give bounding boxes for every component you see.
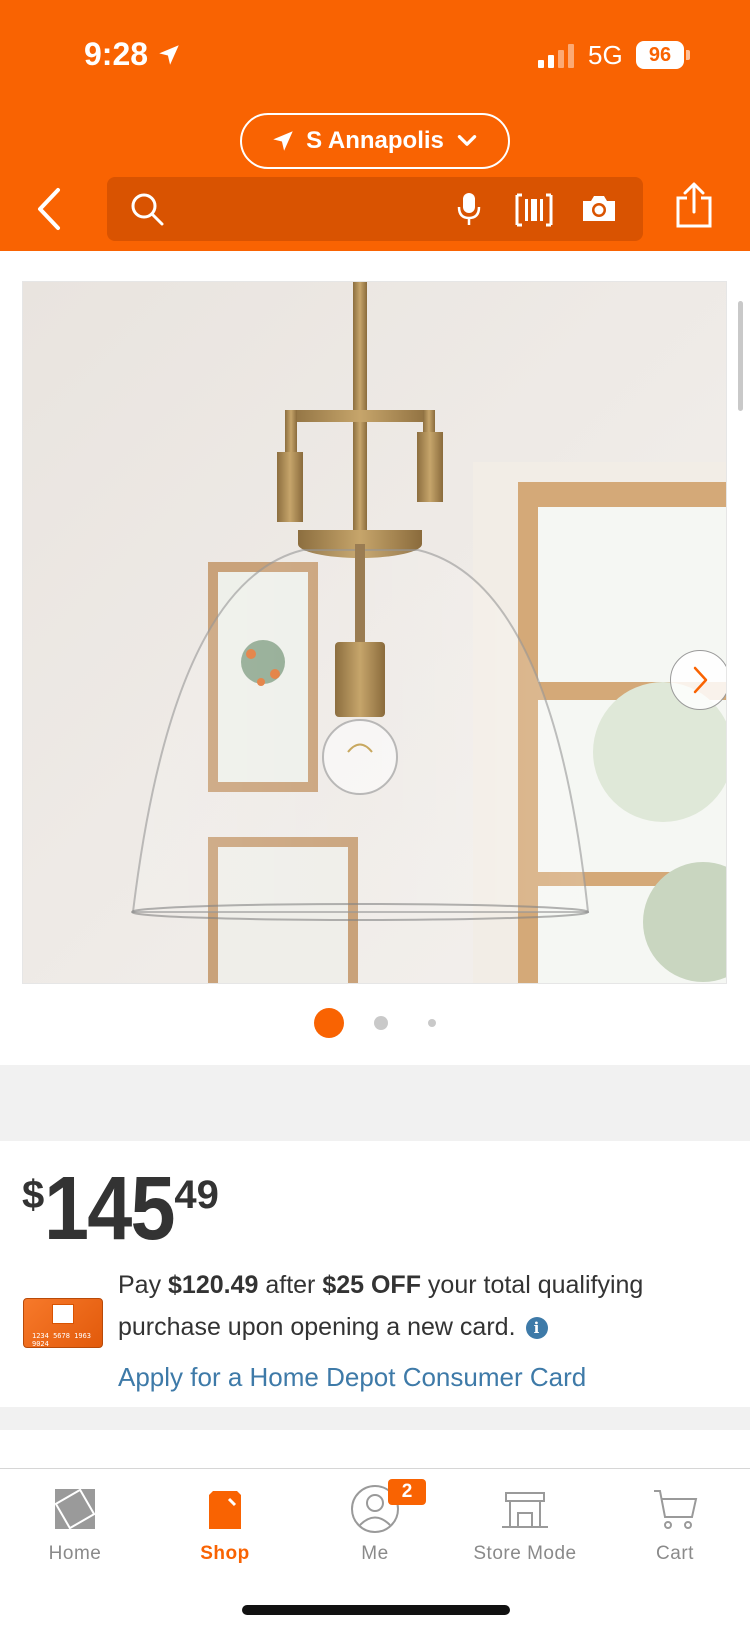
tab-label: Me [361,1543,389,1564]
next-image-button[interactable] [670,650,726,710]
notification-badge: 2 [388,1479,426,1505]
tab-cart[interactable]: Cart [600,1469,750,1589]
price-section: $ 145 49 1234 5678 1963 9024 Pay $120.49… [0,1141,750,1407]
chevron-right-icon [693,666,708,694]
chevron-left-icon [38,188,60,230]
share-button[interactable] [674,182,714,233]
tab-home[interactable]: Home [0,1469,150,1589]
shop-bag-icon [205,1483,245,1535]
user-icon: 2 [350,1479,426,1535]
pagination-dot-2[interactable] [374,1016,388,1030]
product-gallery [0,251,750,1065]
barcode-scanner-icon[interactable] [515,193,553,227]
consumer-card-image: 1234 5678 1963 9024 [23,1298,103,1348]
microphone-icon[interactable] [457,191,481,227]
price-cents: 49 [174,1173,219,1217]
product-price: $ 145 49 [22,1161,219,1257]
pagination-dot-3[interactable] [428,1019,436,1027]
battery-icon: 96 [636,41,684,69]
tab-me[interactable]: 2 Me [300,1469,450,1589]
tab-store-mode[interactable]: Store Mode [450,1469,600,1589]
tab-shop[interactable]: Shop [150,1469,300,1589]
card-offer-text: Pay $120.49 after $25 OFF your total qua… [118,1264,728,1348]
price-dollars: 145 [44,1159,176,1259]
app-header: 9:28 5G 96 S Annapolis [0,0,750,251]
store-location-selector[interactable]: S Annapolis [240,113,510,169]
card-number: 1234 5678 1963 9024 [32,1332,92,1348]
status-time: 9:28 [84,36,182,73]
store-icon [500,1483,550,1535]
tab-label: Home [48,1543,102,1564]
pendant-light-photo [23,282,726,983]
location-arrow-icon [159,44,179,65]
tab-label: Shop [200,1543,250,1564]
network-type: 5G [588,40,623,70]
location-label: S Annapolis [306,127,444,154]
time-text: 9:28 [84,36,149,72]
status-bar: 9:28 5G 96 [0,0,750,110]
next-section [0,1430,750,1470]
pagination-dot-1[interactable] [314,1008,344,1038]
cellular-signal-icon [538,44,574,68]
gallery-pagination [0,1008,750,1038]
search-icon [131,193,164,226]
chevron-down-icon [457,135,477,146]
tab-label: Cart [656,1543,694,1564]
offer-pay: Pay [118,1271,169,1299]
scrollbar[interactable] [738,301,743,411]
search-input[interactable] [107,177,643,241]
cart-icon [652,1483,698,1535]
home-depot-logo-icon [52,1304,74,1324]
tab-label: Store Mode [473,1543,577,1564]
price-currency: $ [22,1173,45,1217]
info-icon[interactable]: i [525,1317,548,1339]
location-arrow-icon [273,131,293,151]
offer-after: after [258,1271,323,1299]
bottom-tab-bar: Home Shop 2 Me Store Mode Cart [0,1468,750,1626]
apply-card-link[interactable]: Apply for a Home Depot Consumer Card [118,1362,586,1393]
battery-cap [686,50,690,60]
back-button[interactable] [30,184,74,234]
camera-icon[interactable] [581,193,617,223]
share-icon [676,182,712,228]
offer-discount: $25 OFF [322,1271,421,1299]
offer-discounted-price: $120.49 [168,1271,259,1299]
product-image[interactable] [22,281,727,984]
battery-level: 96 [648,43,672,66]
home-depot-logo-icon [53,1483,97,1535]
home-indicator[interactable] [242,1605,510,1615]
